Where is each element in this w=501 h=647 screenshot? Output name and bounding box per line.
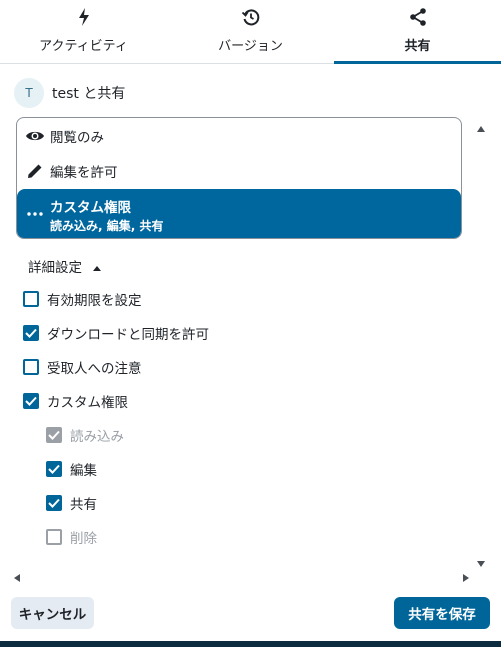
edit-label: 編集 xyxy=(70,463,97,479)
note-to-recipient-checkbox[interactable] xyxy=(23,359,39,375)
delete-label: 削除 xyxy=(70,531,97,547)
share-label: 共有 xyxy=(70,497,97,513)
checkbox-row-download-sync[interactable]: ダウンロードと同期を許可 xyxy=(23,322,209,344)
checkbox-row-share[interactable]: 共有 xyxy=(46,492,97,514)
tab-share[interactable]: 共有 xyxy=(334,0,501,64)
share-recipient-text: test と共有 xyxy=(52,86,126,102)
bottom-border xyxy=(0,641,501,647)
history-icon xyxy=(167,7,334,27)
advanced-settings-toggle[interactable]: 詳細設定 xyxy=(28,256,102,276)
expiration-checkbox[interactable] xyxy=(23,291,39,307)
scroll-down-arrow[interactable] xyxy=(476,553,486,572)
scroll-left-arrow[interactable] xyxy=(13,568,21,587)
expiration-label: 有効期限を設定 xyxy=(47,293,142,309)
tab-activity[interactable]: アクティビティ xyxy=(0,0,167,63)
checkbox-row-note[interactable]: 受取人への注意 xyxy=(23,356,142,378)
pencil-icon xyxy=(25,161,45,181)
custom-permissions-checkbox[interactable] xyxy=(23,393,39,409)
caret-up-icon xyxy=(92,257,102,276)
share-recipient: T test と共有 xyxy=(14,78,125,108)
permission-allow-edit-label: 編集を許可 xyxy=(50,165,118,181)
advanced-settings-label: 詳細設定 xyxy=(28,260,82,276)
scroll-right-arrow[interactable] xyxy=(462,568,470,587)
read-checkbox xyxy=(46,427,62,443)
share-icon xyxy=(334,7,501,27)
save-share-button[interactable]: 共有を保存 xyxy=(394,597,490,629)
more-horizontal-icon xyxy=(25,204,45,224)
tab-activity-label: アクティビティ xyxy=(39,39,128,54)
permission-custom-label: カスタム権限 xyxy=(50,200,131,216)
checkbox-row-edit[interactable]: 編集 xyxy=(46,458,97,480)
scroll-up-arrow[interactable] xyxy=(476,118,486,137)
lightning-icon xyxy=(0,7,167,27)
tab-share-label: 共有 xyxy=(404,39,431,54)
custom-permissions-label: カスタム権限 xyxy=(47,395,128,411)
download-sync-checkbox[interactable] xyxy=(23,325,39,341)
edit-checkbox[interactable] xyxy=(46,461,62,477)
share-checkbox[interactable] xyxy=(46,495,62,511)
note-to-recipient-label: 受取人への注意 xyxy=(47,361,142,377)
tab-versions[interactable]: バージョン xyxy=(167,0,334,63)
permission-view-only-label: 閲覧のみ xyxy=(50,130,104,146)
tab-versions-label: バージョン xyxy=(218,39,283,54)
permission-allow-edit[interactable]: 編集を許可 xyxy=(17,153,461,189)
cancel-button[interactable]: キャンセル xyxy=(11,597,94,629)
tab-bar: アクティビティ バージョン 共有 xyxy=(0,0,501,64)
checkbox-row-read: 読み込み xyxy=(46,424,124,446)
download-sync-label: ダウンロードと同期を許可 xyxy=(47,327,209,343)
delete-checkbox xyxy=(46,529,62,545)
permission-view-only[interactable]: 閲覧のみ xyxy=(17,118,461,154)
checkbox-row-custom-permissions[interactable]: カスタム権限 xyxy=(23,390,128,412)
permission-list: 閲覧のみ 編集を許可 カスタム権限 読み込み, 編集, 共有 xyxy=(16,117,462,239)
permission-custom-summary: 読み込み, 編集, 共有 xyxy=(50,219,164,233)
read-label: 読み込み xyxy=(70,429,124,445)
avatar: T xyxy=(14,78,44,108)
permission-custom[interactable]: カスタム権限 読み込み, 編集, 共有 xyxy=(17,189,461,238)
checkbox-row-expiration[interactable]: 有効期限を設定 xyxy=(23,288,142,310)
eye-icon xyxy=(25,126,45,146)
checkbox-row-delete: 削除 xyxy=(46,526,97,548)
